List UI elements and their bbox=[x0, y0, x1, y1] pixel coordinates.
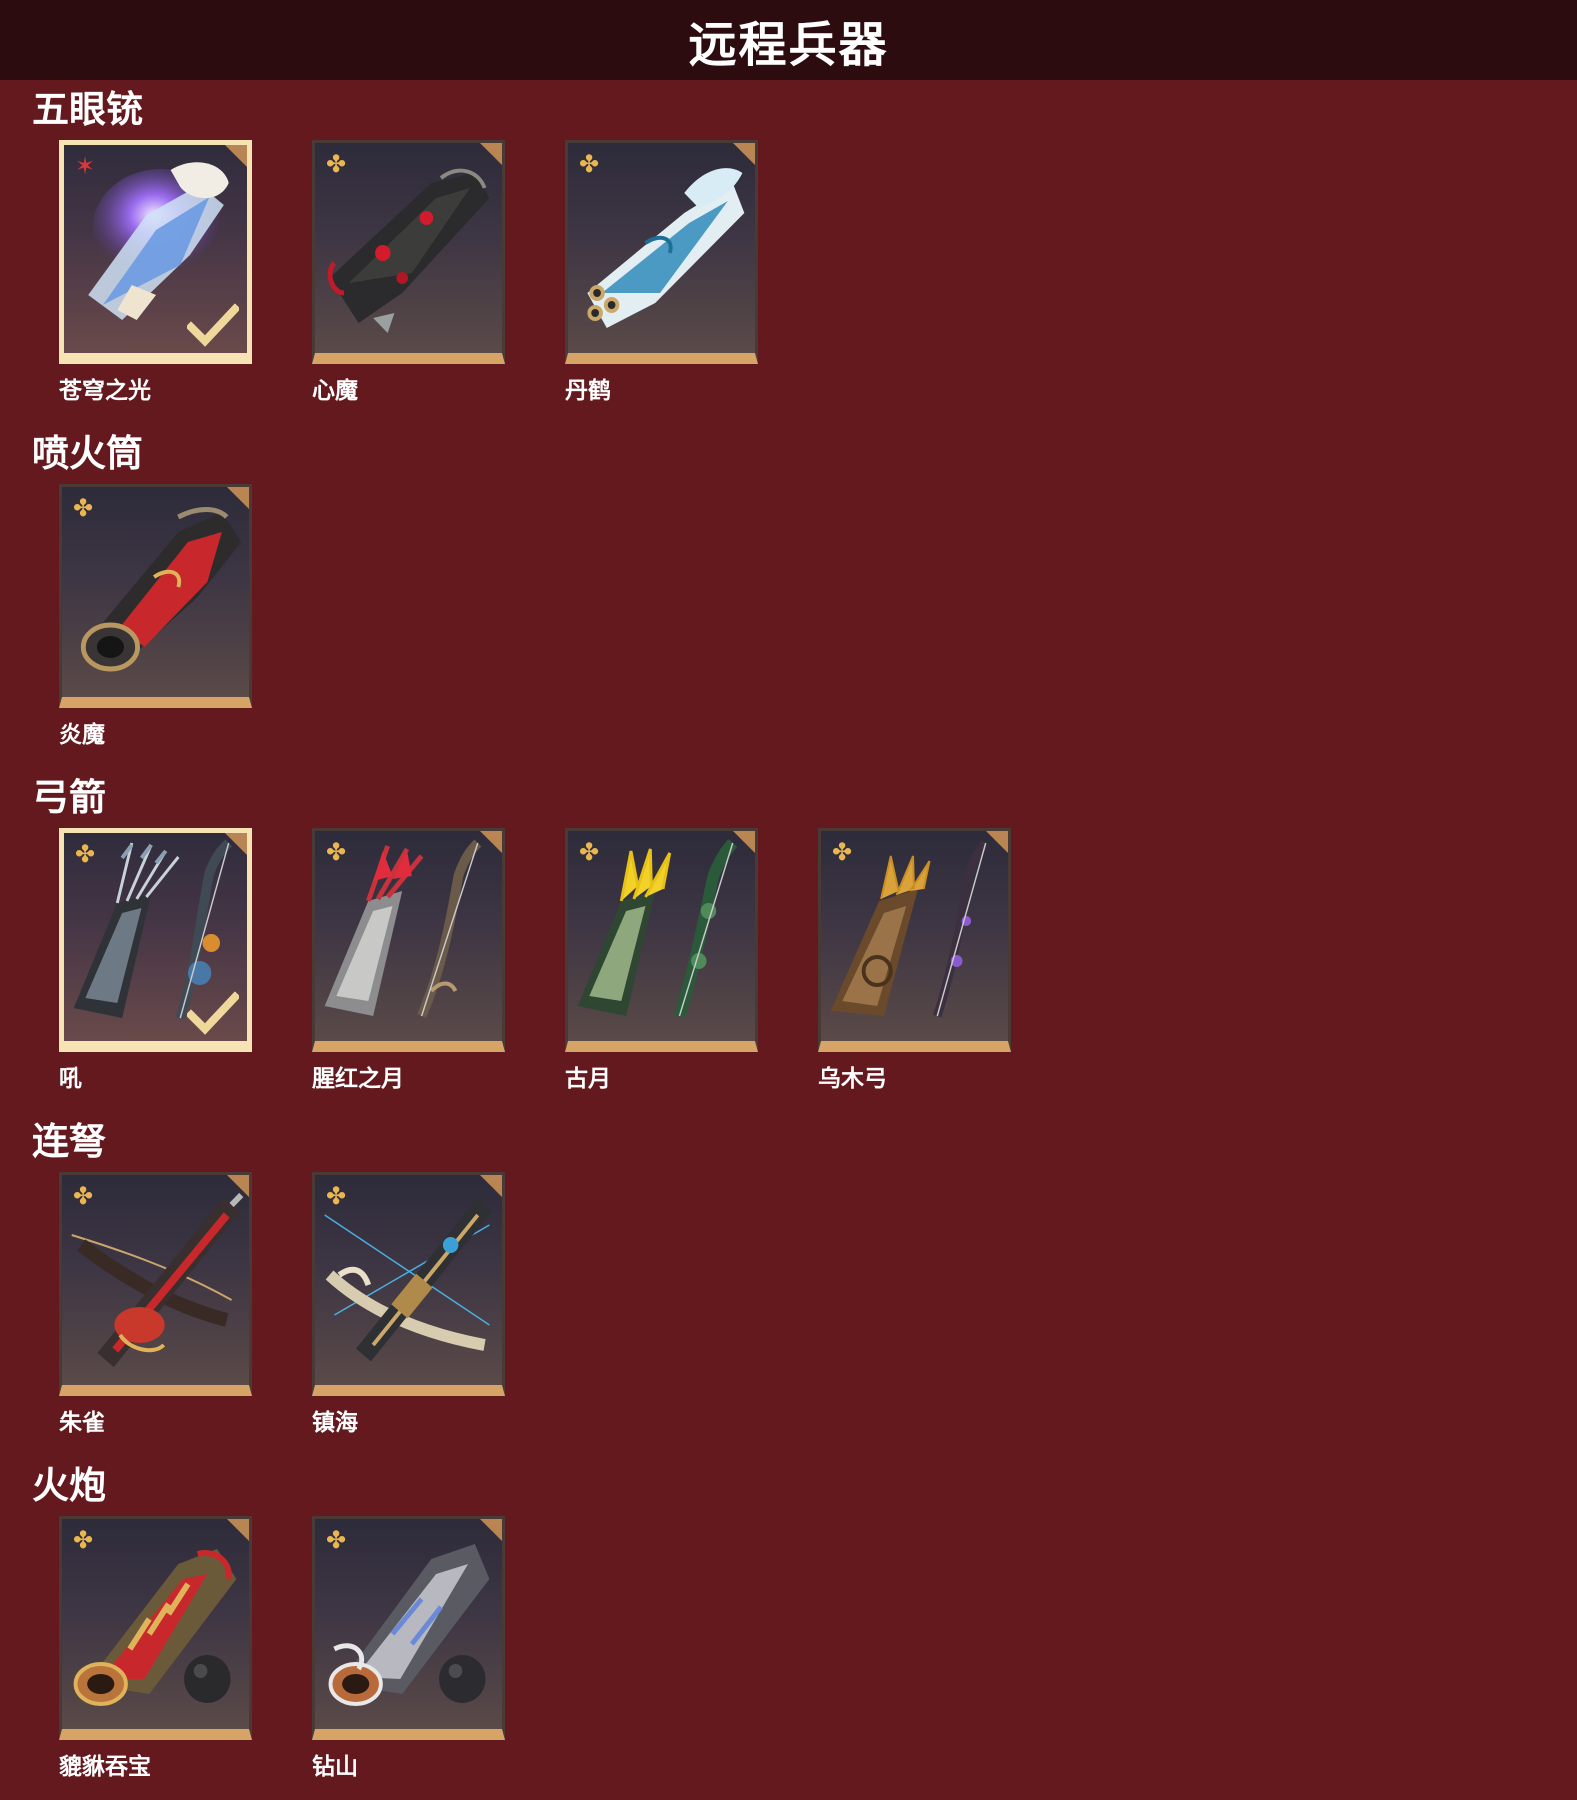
weapon-thumbnail[interactable]: ✤ bbox=[312, 140, 505, 364]
weapon-section: 火炮 ✤ 貔貅吞宝 ✤ 钻山 bbox=[0, 1464, 1577, 1784]
section-title: 连弩 bbox=[32, 1120, 106, 1163]
page-title: 远程兵器 bbox=[688, 17, 889, 73]
weapon-thumbnail[interactable]: ✤ bbox=[312, 1516, 505, 1740]
weapon-name: 镇海 bbox=[312, 1410, 358, 1436]
corner-tag-icon bbox=[227, 487, 249, 509]
weapon-name: 炎魔 bbox=[59, 722, 105, 748]
weapon-section: 五眼铳 ✶ 苍穹之光 ✤ 心魔 ✤ 丹鹤 bbox=[0, 88, 1577, 408]
gold-flower-icon: ✤ bbox=[74, 840, 96, 868]
weapon-thumbnail[interactable]: ✤ bbox=[312, 828, 505, 1052]
weapon-thumbnail[interactable]: ✤ bbox=[59, 484, 252, 708]
weapon-card[interactable]: ✤ 炎魔 bbox=[59, 484, 252, 748]
gold-flower-icon: ✤ bbox=[72, 1182, 94, 1210]
weapon-name: 苍穹之光 bbox=[59, 378, 151, 404]
weapon-card[interactable]: ✤ 腥红之月 bbox=[312, 828, 505, 1092]
corner-tag-icon bbox=[480, 1519, 502, 1541]
weapon-card[interactable]: ✤ 镇海 bbox=[312, 1172, 505, 1436]
section-title: 弓箭 bbox=[32, 776, 106, 819]
corner-tag-icon bbox=[480, 831, 502, 853]
gold-flower-icon: ✤ bbox=[578, 838, 600, 866]
weapon-card[interactable]: ✤ 古月 bbox=[565, 828, 758, 1092]
weapon-section: 喷火筒 ✤ 炎魔 bbox=[0, 432, 1577, 752]
gold-flower-icon: ✤ bbox=[831, 838, 853, 866]
weapon-name: 心魔 bbox=[312, 378, 358, 404]
weapon-name: 貔貅吞宝 bbox=[59, 1754, 151, 1780]
corner-tag-icon bbox=[480, 143, 502, 165]
weapon-section: 连弩 ✤ 朱雀 ✤ 镇海 bbox=[0, 1120, 1577, 1440]
gold-flower-icon: ✤ bbox=[578, 150, 600, 178]
weapon-thumbnail[interactable]: ✤ bbox=[565, 140, 758, 364]
gold-flower-icon: ✤ bbox=[325, 838, 347, 866]
section-title: 五眼铳 bbox=[32, 88, 143, 131]
corner-tag-icon bbox=[227, 1519, 249, 1541]
weapon-card[interactable]: ✤ 丹鹤 bbox=[565, 140, 758, 404]
weapon-name: 朱雀 bbox=[59, 1410, 105, 1436]
corner-tag-icon bbox=[986, 831, 1008, 853]
weapon-thumbnail[interactable]: ✤ bbox=[565, 828, 758, 1052]
weapon-card[interactable]: ✤ 乌木弓 bbox=[818, 828, 1011, 1092]
weapon-card[interactable]: ✶ 苍穹之光 bbox=[59, 140, 252, 404]
weapon-thumbnail[interactable]: ✤ bbox=[59, 828, 252, 1052]
corner-tag-icon bbox=[225, 833, 247, 855]
corner-tag-icon bbox=[225, 145, 247, 167]
weapon-card[interactable]: ✤ 吼 bbox=[59, 828, 252, 1092]
section-title: 火炮 bbox=[32, 1464, 106, 1507]
weapon-thumbnail[interactable]: ✤ bbox=[312, 1172, 505, 1396]
check-icon bbox=[187, 991, 239, 1035]
weapon-thumbnail[interactable]: ✤ bbox=[59, 1172, 252, 1396]
weapon-name: 腥红之月 bbox=[312, 1066, 404, 1092]
weapon-card[interactable]: ✤ 钻山 bbox=[312, 1516, 505, 1780]
gold-flower-icon: ✤ bbox=[325, 1182, 347, 1210]
red-star-icon: ✶ bbox=[74, 152, 96, 180]
weapon-section: 弓箭 ✤ 吼 ✤ 腥红之月 ✤ 古月 ✤ 乌木弓 bbox=[0, 776, 1577, 1096]
weapon-thumbnail[interactable]: ✶ bbox=[59, 140, 252, 364]
weapon-name: 吼 bbox=[59, 1066, 82, 1092]
corner-tag-icon bbox=[733, 143, 755, 165]
weapon-name: 古月 bbox=[565, 1066, 611, 1092]
gold-flower-icon: ✤ bbox=[325, 150, 347, 178]
weapon-name: 丹鹤 bbox=[565, 378, 611, 404]
weapon-card[interactable]: ✤ 貔貅吞宝 bbox=[59, 1516, 252, 1780]
weapon-name: 乌木弓 bbox=[818, 1066, 887, 1092]
section-title: 喷火筒 bbox=[32, 432, 143, 475]
check-icon bbox=[187, 303, 239, 347]
gold-flower-icon: ✤ bbox=[72, 1526, 94, 1554]
corner-tag-icon bbox=[733, 831, 755, 853]
weapon-name: 钻山 bbox=[312, 1754, 358, 1780]
weapon-card[interactable]: ✤ 心魔 bbox=[312, 140, 505, 404]
weapon-thumbnail[interactable]: ✤ bbox=[818, 828, 1011, 1052]
corner-tag-icon bbox=[480, 1175, 502, 1197]
weapon-card[interactable]: ✤ 朱雀 bbox=[59, 1172, 252, 1436]
gold-flower-icon: ✤ bbox=[72, 494, 94, 522]
weapon-thumbnail[interactable]: ✤ bbox=[59, 1516, 252, 1740]
corner-tag-icon bbox=[227, 1175, 249, 1197]
gold-flower-icon: ✤ bbox=[325, 1526, 347, 1554]
page-header: 远程兵器 bbox=[0, 0, 1577, 80]
